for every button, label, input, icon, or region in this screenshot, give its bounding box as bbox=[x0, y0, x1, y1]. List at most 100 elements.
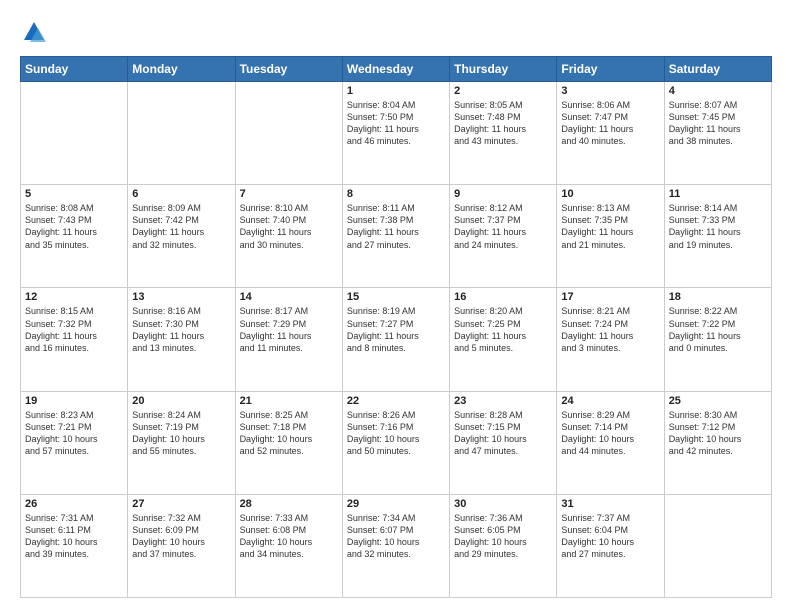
calendar-cell: 1 Sunrise: 8:04 AM Sunset: 7:50 PM Daylig… bbox=[342, 82, 449, 185]
calendar-cell: 12 Sunrise: 8:15 AM Sunset: 7:32 PM Dayli… bbox=[21, 288, 128, 391]
day-number: 25 bbox=[669, 395, 767, 407]
day-number: 27 bbox=[132, 498, 230, 510]
day-info: Sunrise: 8:06 AM Sunset: 7:47 PM Dayligh… bbox=[561, 99, 659, 148]
day-number: 2 bbox=[454, 85, 552, 97]
header-day-sunday: Sunday bbox=[21, 57, 128, 82]
day-number: 3 bbox=[561, 85, 659, 97]
day-number: 28 bbox=[240, 498, 338, 510]
calendar-cell: 11 Sunrise: 8:14 AM Sunset: 7:33 PM Dayli… bbox=[664, 185, 771, 288]
day-number: 15 bbox=[347, 291, 445, 303]
calendar-table: SundayMondayTuesdayWednesdayThursdayFrid… bbox=[20, 56, 772, 598]
calendar-cell: 7 Sunrise: 8:10 AM Sunset: 7:40 PM Daylig… bbox=[235, 185, 342, 288]
day-number: 23 bbox=[454, 395, 552, 407]
calendar-cell: 22 Sunrise: 8:26 AM Sunset: 7:16 PM Dayli… bbox=[342, 391, 449, 494]
week-row-3: 12 Sunrise: 8:15 AM Sunset: 7:32 PM Dayli… bbox=[21, 288, 772, 391]
day-number: 14 bbox=[240, 291, 338, 303]
day-number: 5 bbox=[25, 188, 123, 200]
calendar-cell: 15 Sunrise: 8:19 AM Sunset: 7:27 PM Dayli… bbox=[342, 288, 449, 391]
calendar-cell: 5 Sunrise: 8:08 AM Sunset: 7:43 PM Daylig… bbox=[21, 185, 128, 288]
calendar-cell: 9 Sunrise: 8:12 AM Sunset: 7:37 PM Daylig… bbox=[450, 185, 557, 288]
calendar-cell bbox=[664, 494, 771, 597]
calendar-cell bbox=[21, 82, 128, 185]
day-number: 22 bbox=[347, 395, 445, 407]
calendar-cell bbox=[128, 82, 235, 185]
calendar-cell bbox=[235, 82, 342, 185]
calendar-cell: 28 Sunrise: 7:33 AM Sunset: 6:08 PM Dayli… bbox=[235, 494, 342, 597]
day-info: Sunrise: 8:24 AM Sunset: 7:19 PM Dayligh… bbox=[132, 409, 230, 458]
day-number: 7 bbox=[240, 188, 338, 200]
day-info: Sunrise: 7:37 AM Sunset: 6:04 PM Dayligh… bbox=[561, 512, 659, 561]
day-info: Sunrise: 8:11 AM Sunset: 7:38 PM Dayligh… bbox=[347, 202, 445, 251]
week-row-2: 5 Sunrise: 8:08 AM Sunset: 7:43 PM Daylig… bbox=[21, 185, 772, 288]
logo-icon bbox=[20, 18, 48, 46]
day-info: Sunrise: 8:28 AM Sunset: 7:15 PM Dayligh… bbox=[454, 409, 552, 458]
day-info: Sunrise: 7:33 AM Sunset: 6:08 PM Dayligh… bbox=[240, 512, 338, 561]
day-number: 8 bbox=[347, 188, 445, 200]
day-number: 26 bbox=[25, 498, 123, 510]
week-row-5: 26 Sunrise: 7:31 AM Sunset: 6:11 PM Dayli… bbox=[21, 494, 772, 597]
calendar-cell: 13Sunrise: 8:16 AM Sunset: 7:30 PM Dayli… bbox=[128, 288, 235, 391]
day-number: 19 bbox=[25, 395, 123, 407]
day-info: Sunrise: 8:29 AM Sunset: 7:14 PM Dayligh… bbox=[561, 409, 659, 458]
calendar-cell: 25Sunrise: 8:30 AM Sunset: 7:12 PM Dayli… bbox=[664, 391, 771, 494]
day-number: 4 bbox=[669, 85, 767, 97]
week-row-1: 1 Sunrise: 8:04 AM Sunset: 7:50 PM Daylig… bbox=[21, 82, 772, 185]
calendar-cell: 14Sunrise: 8:17 AM Sunset: 7:29 PM Dayli… bbox=[235, 288, 342, 391]
day-number: 13 bbox=[132, 291, 230, 303]
calendar-cell: 2 Sunrise: 8:05 AM Sunset: 7:48 PM Daylig… bbox=[450, 82, 557, 185]
day-number: 20 bbox=[132, 395, 230, 407]
day-info: Sunrise: 8:21 AM Sunset: 7:24 PM Dayligh… bbox=[561, 305, 659, 354]
header-day-saturday: Saturday bbox=[664, 57, 771, 82]
calendar-cell: 10 Sunrise: 8:13 AM Sunset: 7:35 PM Dayli… bbox=[557, 185, 664, 288]
day-info: Sunrise: 8:22 AM Sunset: 7:22 PM Dayligh… bbox=[669, 305, 767, 354]
calendar-cell: 17 Sunrise: 8:21 AM Sunset: 7:24 PM Dayli… bbox=[557, 288, 664, 391]
day-info: Sunrise: 8:26 AM Sunset: 7:16 PM Dayligh… bbox=[347, 409, 445, 458]
day-info: Sunrise: 8:04 AM Sunset: 7:50 PM Dayligh… bbox=[347, 99, 445, 148]
day-info: Sunrise: 8:05 AM Sunset: 7:48 PM Dayligh… bbox=[454, 99, 552, 148]
day-info: Sunrise: 8:15 AM Sunset: 7:32 PM Dayligh… bbox=[25, 305, 123, 354]
day-info: Sunrise: 8:13 AM Sunset: 7:35 PM Dayligh… bbox=[561, 202, 659, 251]
day-number: 24 bbox=[561, 395, 659, 407]
day-info: Sunrise: 8:10 AM Sunset: 7:40 PM Dayligh… bbox=[240, 202, 338, 251]
header-day-friday: Friday bbox=[557, 57, 664, 82]
calendar-cell: 20 Sunrise: 8:24 AM Sunset: 7:19 PM Dayli… bbox=[128, 391, 235, 494]
header-row: SundayMondayTuesdayWednesdayThursdayFrid… bbox=[21, 57, 772, 82]
calendar-cell: 31 Sunrise: 7:37 AM Sunset: 6:04 PM Dayli… bbox=[557, 494, 664, 597]
day-number: 18 bbox=[669, 291, 767, 303]
day-info: Sunrise: 8:07 AM Sunset: 7:45 PM Dayligh… bbox=[669, 99, 767, 148]
calendar-cell: 21Sunrise: 8:25 AM Sunset: 7:18 PM Dayli… bbox=[235, 391, 342, 494]
day-info: Sunrise: 8:14 AM Sunset: 7:33 PM Dayligh… bbox=[669, 202, 767, 251]
header bbox=[20, 18, 772, 46]
day-number: 9 bbox=[454, 188, 552, 200]
day-number: 16 bbox=[454, 291, 552, 303]
day-number: 11 bbox=[669, 188, 767, 200]
day-info: Sunrise: 8:20 AM Sunset: 7:25 PM Dayligh… bbox=[454, 305, 552, 354]
header-day-wednesday: Wednesday bbox=[342, 57, 449, 82]
day-info: Sunrise: 8:25 AM Sunset: 7:18 PM Dayligh… bbox=[240, 409, 338, 458]
day-number: 1 bbox=[347, 85, 445, 97]
day-number: 31 bbox=[561, 498, 659, 510]
day-info: Sunrise: 7:34 AM Sunset: 6:07 PM Dayligh… bbox=[347, 512, 445, 561]
day-number: 29 bbox=[347, 498, 445, 510]
day-number: 10 bbox=[561, 188, 659, 200]
day-info: Sunrise: 8:08 AM Sunset: 7:43 PM Dayligh… bbox=[25, 202, 123, 251]
day-info: Sunrise: 7:32 AM Sunset: 6:09 PM Dayligh… bbox=[132, 512, 230, 561]
day-number: 17 bbox=[561, 291, 659, 303]
day-number: 12 bbox=[25, 291, 123, 303]
calendar-cell: 8 Sunrise: 8:11 AM Sunset: 7:38 PM Daylig… bbox=[342, 185, 449, 288]
calendar-cell: 23 Sunrise: 8:28 AM Sunset: 7:15 PM Dayli… bbox=[450, 391, 557, 494]
calendar-cell: 30Sunrise: 7:36 AM Sunset: 6:05 PM Dayli… bbox=[450, 494, 557, 597]
calendar-cell: 29 Sunrise: 7:34 AM Sunset: 6:07 PM Dayli… bbox=[342, 494, 449, 597]
day-info: Sunrise: 8:12 AM Sunset: 7:37 PM Dayligh… bbox=[454, 202, 552, 251]
calendar-cell: 19Sunrise: 8:23 AM Sunset: 7:21 PM Dayli… bbox=[21, 391, 128, 494]
day-info: Sunrise: 7:31 AM Sunset: 6:11 PM Dayligh… bbox=[25, 512, 123, 561]
page: SundayMondayTuesdayWednesdayThursdayFrid… bbox=[0, 0, 792, 612]
logo bbox=[20, 18, 52, 46]
calendar-cell: 26 Sunrise: 7:31 AM Sunset: 6:11 PM Dayli… bbox=[21, 494, 128, 597]
day-info: Sunrise: 8:19 AM Sunset: 7:27 PM Dayligh… bbox=[347, 305, 445, 354]
calendar-cell: 16 Sunrise: 8:20 AM Sunset: 7:25 PM Dayli… bbox=[450, 288, 557, 391]
header-day-tuesday: Tuesday bbox=[235, 57, 342, 82]
day-info: Sunrise: 8:09 AM Sunset: 7:42 PM Dayligh… bbox=[132, 202, 230, 251]
day-info: Sunrise: 7:36 AM Sunset: 6:05 PM Dayligh… bbox=[454, 512, 552, 561]
calendar-cell: 4 Sunrise: 8:07 AM Sunset: 7:45 PM Daylig… bbox=[664, 82, 771, 185]
